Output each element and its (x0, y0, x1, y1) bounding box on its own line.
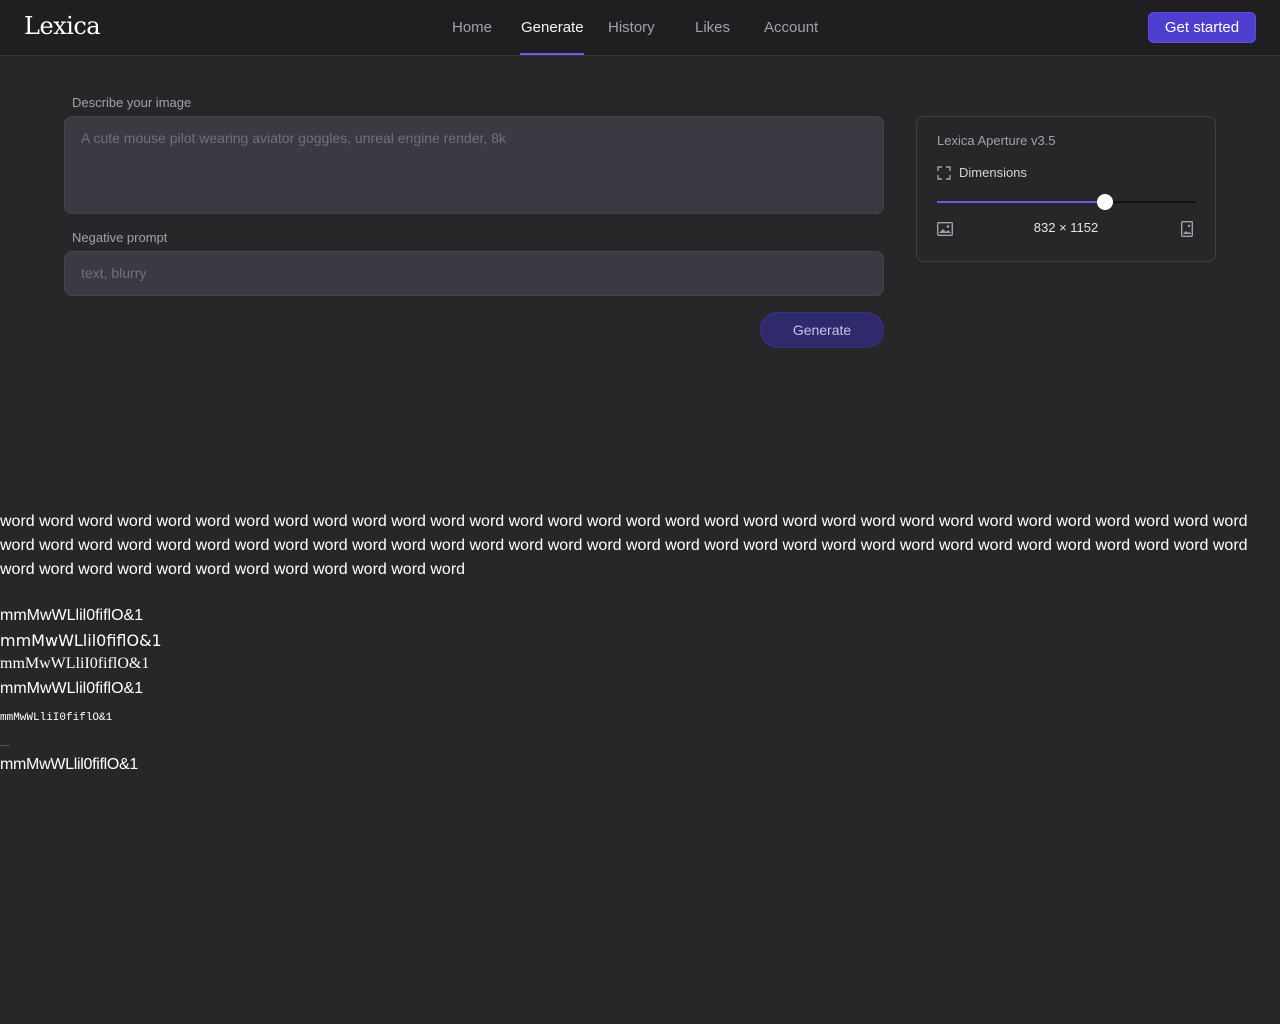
font-sample: mmMwWLlil0fiflO&1 (0, 631, 162, 650)
word-line: word word word word word word word word … (0, 537, 1248, 554)
model-name[interactable]: Lexica Aperture v3.5 (937, 133, 1056, 148)
word-line: word word word word word word word word … (0, 561, 466, 578)
dimensions-slider[interactable] (937, 194, 1195, 210)
negative-prompt-label: Negative prompt (72, 230, 168, 245)
portrait-image-icon[interactable] (1181, 221, 1193, 237)
prompt-textarea[interactable]: A cute mouse pilot wearing aviator goggl… (64, 116, 884, 214)
divider (0, 745, 10, 746)
nav-likes[interactable]: Likes (695, 19, 730, 36)
dimensions-label: Dimensions (959, 165, 1027, 180)
negative-prompt-input[interactable]: text, blurry (64, 251, 884, 296)
slider-thumb[interactable] (1097, 194, 1113, 210)
font-sample: mmMwWLlil0fiflO&1 (0, 756, 139, 773)
font-sample: mmMwWLliI0fiflO&1 (0, 712, 113, 724)
lexica-logo[interactable]: Lexica (24, 12, 101, 40)
nav-account[interactable]: Account (764, 19, 818, 36)
font-sample: mmMwWLlil0fiflO&1 (0, 607, 144, 624)
model-settings-panel: Lexica Aperture v3.5 Dimensions 832 × 11… (916, 116, 1216, 262)
nav-home[interactable]: Home (452, 19, 492, 36)
font-sample: mmMwWLliI0fiflO&1 (0, 655, 150, 672)
active-tab-indicator (520, 53, 584, 55)
dimensions-icon (937, 166, 951, 180)
slider-fill (937, 201, 1105, 203)
word-line: word word word word word word word word … (0, 513, 1248, 530)
get-started-button[interactable]: Get started (1148, 12, 1256, 43)
font-sample: mmMwWLlil0fiflO&1 (0, 680, 144, 697)
nav-history[interactable]: History (608, 19, 655, 36)
top-navbar: Lexica Home Generate History Likes Accou… (0, 0, 1280, 56)
generate-button[interactable]: Generate (760, 312, 884, 348)
describe-label: Describe your image (72, 95, 192, 110)
nav-generate[interactable]: Generate (521, 19, 584, 36)
prompt-placeholder: A cute mouse pilot wearing aviator goggl… (81, 130, 506, 146)
dimensions-value: 832 × 1152 (1033, 220, 1099, 235)
word-sample-block: word word word word word word word word … (0, 510, 1280, 582)
negative-prompt-placeholder: text, blurry (81, 265, 147, 281)
